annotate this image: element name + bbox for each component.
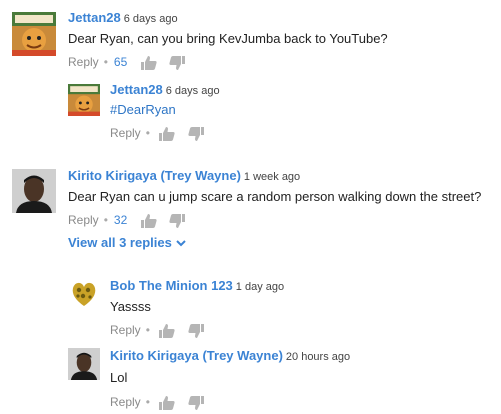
avatar[interactable] <box>68 84 100 116</box>
author-name[interactable]: Jettan28 <box>110 82 163 97</box>
separator-dot: • <box>103 213 108 227</box>
reply-button[interactable]: Reply <box>68 213 99 227</box>
thumbs-down-icon[interactable] <box>187 323 204 338</box>
thumbs-down-icon[interactable] <box>169 213 185 228</box>
thumbs-up-icon[interactable] <box>159 395 175 410</box>
comment-actions: Reply • <box>110 322 204 338</box>
comment-header: Jettan28 6 days ago <box>68 10 178 27</box>
timestamp[interactable]: 1 day ago <box>236 281 284 293</box>
like-count: 32 <box>113 213 128 227</box>
reply-button[interactable]: Reply <box>110 126 141 140</box>
author-name[interactable]: Bob The Minion 123 <box>110 278 233 293</box>
chevron-down-icon <box>176 240 186 247</box>
avatar[interactable] <box>12 12 56 56</box>
reply-button[interactable]: Reply <box>110 323 141 337</box>
comment-header: Kirito Kirigaya (Trey Wayne) 20 hours ago <box>110 348 350 365</box>
reply-item: Jettan28 6 days ago #DearRyan Reply • <box>0 80 501 150</box>
timestamp[interactable]: 20 hours ago <box>286 351 350 363</box>
hashtag-link[interactable]: #DearRyan <box>110 102 176 118</box>
comment-header: Bob The Minion 123 1 day ago <box>110 278 284 295</box>
thumbs-up-icon[interactable] <box>159 126 175 141</box>
comment-text: Dear Ryan, can you bring KevJumba back t… <box>68 31 388 46</box>
comment-actions: Reply • <box>110 125 204 141</box>
comment-actions: Reply • 32 <box>68 212 185 228</box>
thumbs-down-icon[interactable] <box>187 395 204 410</box>
reply-button[interactable]: Reply <box>68 55 99 69</box>
separator-dot: • <box>145 126 150 140</box>
avatar[interactable] <box>68 348 100 380</box>
comment-header: Kirito Kirigaya (Trey Wayne) 1 week ago <box>68 168 300 185</box>
reply-item: Kirito Kirigaya (Trey Wayne) 20 hours ago… <box>0 342 501 414</box>
comment-actions: Reply • <box>110 394 204 410</box>
comment-text: Dear Ryan can u jump scare a random pers… <box>68 189 482 204</box>
avatar[interactable] <box>68 278 100 310</box>
thumbs-down-icon[interactable] <box>169 55 185 70</box>
reply-button[interactable]: Reply <box>110 395 141 409</box>
separator-dot: • <box>103 55 108 69</box>
comment-text: Yassss <box>110 299 151 314</box>
thumbs-down-icon[interactable] <box>187 126 204 141</box>
author-name[interactable]: Kirito Kirigaya (Trey Wayne) <box>110 348 283 363</box>
comment-text: Lol <box>110 370 128 385</box>
view-replies-button[interactable]: View all 3 replies <box>68 235 186 251</box>
comment-thread-1: Jettan28 6 days ago Dear Ryan, can you br… <box>0 0 501 80</box>
timestamp[interactable]: 1 week ago <box>244 171 300 183</box>
separator-dot: • <box>145 395 150 409</box>
thumbs-up-icon[interactable] <box>159 323 175 338</box>
timestamp[interactable]: 6 days ago <box>166 85 220 97</box>
author-name[interactable]: Kirito Kirigaya (Trey Wayne) <box>68 168 241 183</box>
comment-thread-2: Kirito Kirigaya (Trey Wayne) 1 week ago D… <box>0 160 501 260</box>
comment-actions: Reply • 65 <box>68 54 185 70</box>
timestamp[interactable]: 6 days ago <box>124 13 178 25</box>
view-replies-label: View all 3 replies <box>68 235 172 250</box>
separator-dot: • <box>145 323 150 337</box>
author-name[interactable]: Jettan28 <box>68 10 121 25</box>
avatar[interactable] <box>12 169 56 213</box>
thumbs-up-icon[interactable] <box>140 55 157 70</box>
reply-item: Bob The Minion 123 1 day ago Yassss Reply… <box>0 270 501 342</box>
like-count: 65 <box>113 55 128 69</box>
comment-header: Jettan28 6 days ago <box>110 82 220 99</box>
thumbs-up-icon[interactable] <box>140 213 157 228</box>
